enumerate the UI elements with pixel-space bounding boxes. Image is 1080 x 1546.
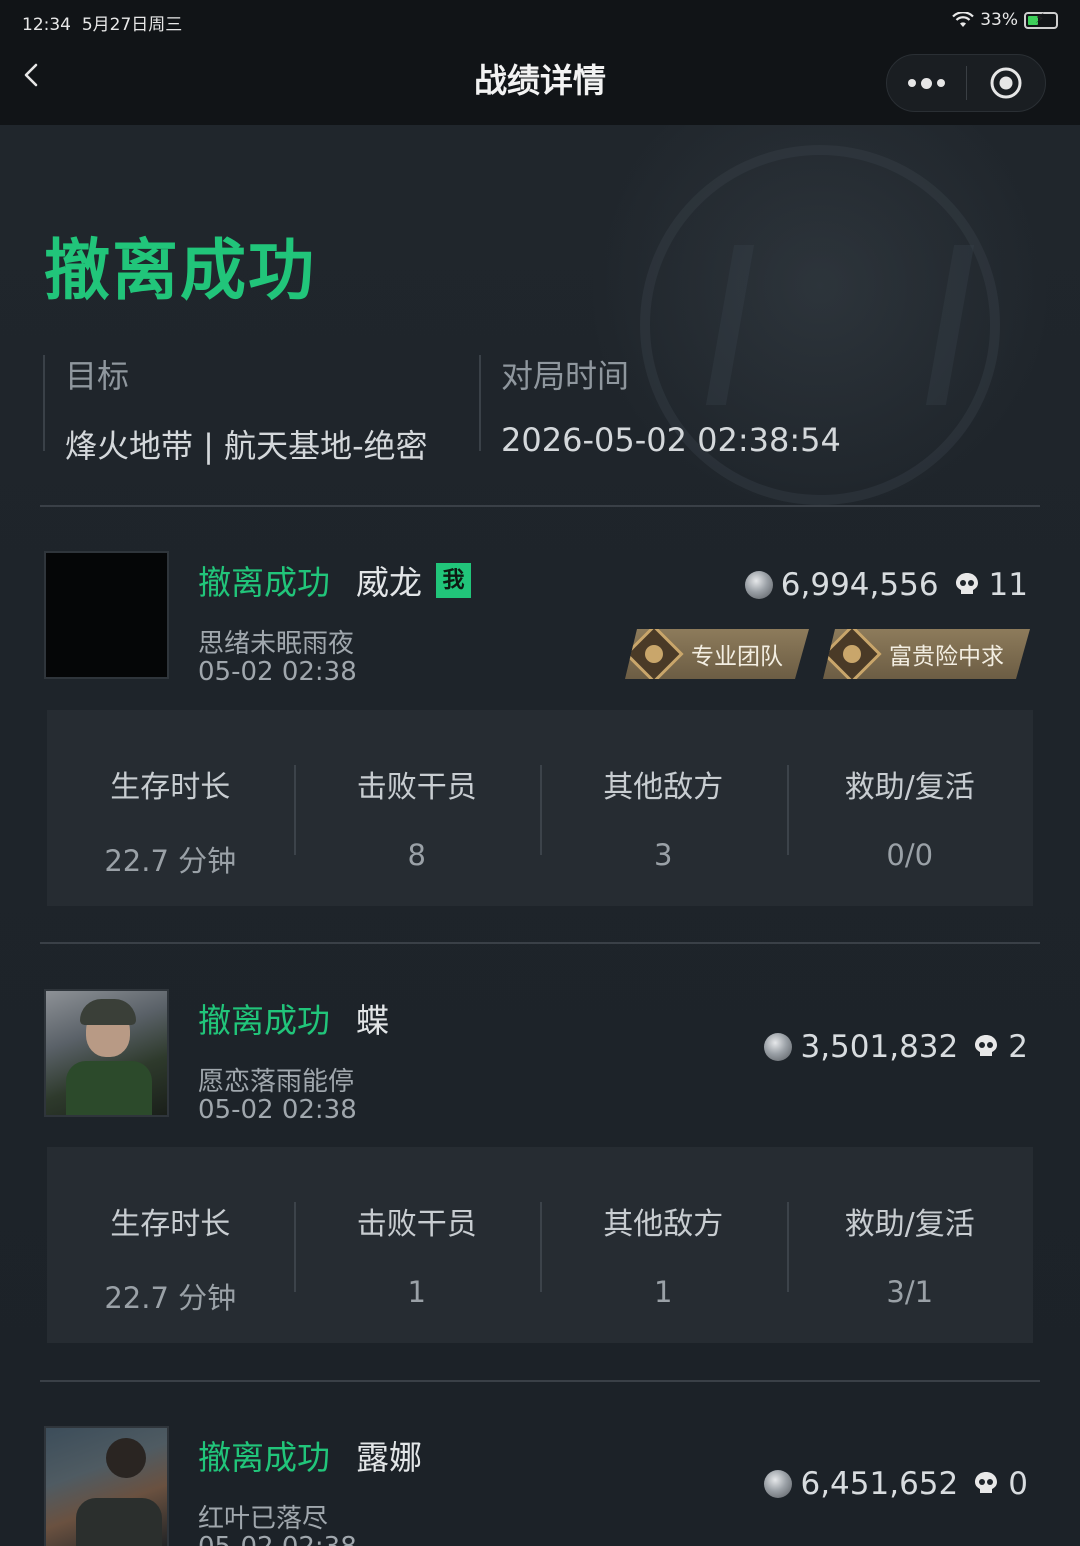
skull-icon [955,573,978,594]
kill-count: 11 [988,567,1028,603]
stat-value: 22.7 分钟 [104,1281,237,1315]
more-dot-icon [921,77,932,89]
target-label: 目标 [65,357,130,395]
value-line: 6,451,652 0 [764,1466,1028,1502]
stat-label: 救助/复活 [844,770,975,805]
status-time: 12:34 5月27日周三 [22,10,182,35]
main-content: 撤离成功 目标 烽火地带 | 航天基地-绝密 对局时间 2026-05-02 0… [0,125,1080,1546]
stat-operators-defeated: 击败干员 1 [293,1147,541,1343]
mini-program-capsule [886,54,1046,112]
stat-label: 其他敌方 [603,770,724,805]
match-time-block: 对局时间 2026-05-02 02:38:54 [479,355,841,459]
kill-count: 0 [1008,1466,1028,1502]
stat-value: 1 [654,1275,673,1309]
stat-value: 8 [407,838,426,872]
coin-icon [764,1470,793,1498]
stat-survival: 生存时长 22.7 分钟 [47,1147,294,1343]
stat-value: 1 [407,1275,426,1309]
stats-panel: 生存时长 22.7 分钟 击败干员 1 其他敌方 1 救助/复活 3/1 [47,1147,1033,1343]
player-time: 05-02 02:38 [198,657,357,687]
stat-operators-defeated: 击败干员 8 [293,710,541,906]
stat-label: 其他敌方 [603,1207,724,1242]
skull-icon [975,1472,998,1493]
badge-label: 专业团队 [691,644,783,670]
stat-label: 击败干员 [356,770,477,805]
result-title: 撤离成功 [44,232,316,309]
stat-label: 生存时长 [110,770,231,805]
coin-icon [764,1033,793,1061]
stat-assist-revive: 救助/复活 0/0 [786,710,1034,906]
player-header: 撤离成功 蝶 [198,994,389,1042]
skull-icon [975,1035,998,1056]
target-circle-icon [990,67,1022,99]
close-button[interactable] [967,66,1045,100]
match-time-label: 对局时间 [501,357,630,395]
extract-status: 撤离成功 [198,1001,330,1040]
status-right: 33% ⚡ [952,10,1058,30]
stat-other-enemies: 其他敌方 3 [540,710,787,906]
coin-icon [744,571,773,599]
status-bar: 12:34 5月27日周三 33% ⚡ [0,0,1080,40]
match-time-value: 2026-05-02 02:38:54 [501,421,841,459]
battery-icon: ⚡ [1024,11,1058,29]
operator-name: 露娜 [356,1438,422,1477]
player-header: 撤离成功 露娜 [198,1431,422,1479]
stat-value: 0/0 [886,838,934,872]
operator-name: 蝶 [356,1001,389,1040]
stats-panel: 生存时长 22.7 分钟 击败干员 8 其他敌方 3 救助/复活 0/0 [47,710,1033,906]
player-nickname: 红叶已落尽 [198,1504,329,1534]
kill-count: 2 [1008,1029,1028,1065]
date: 5月27日周三 [81,15,183,35]
stat-label: 生存时长 [110,1207,231,1242]
stat-survival: 生存时长 22.7 分钟 [47,710,294,906]
extract-status: 撤离成功 [198,1438,330,1477]
avatar [44,989,169,1117]
divider [40,1380,1040,1382]
achievement-badge[interactable]: 富贵险中求 [823,629,1030,679]
stat-value: 3 [654,838,673,872]
value-line: 6,994,556 11 [744,567,1028,603]
battery-percent: 33% [980,10,1018,30]
nav-bar: 战绩详情 [0,40,1080,125]
player-nickname: 愿恋落雨能停 [198,1067,355,1097]
stat-label: 救助/复活 [844,1207,975,1242]
stat-label: 击败干员 [356,1207,477,1242]
me-badge: 我 [436,562,471,598]
player-nickname: 思绪未眠雨夜 [198,629,355,659]
loot-value: 3,501,832 [800,1029,959,1065]
achievement-badge[interactable]: 专业团队 [625,629,809,679]
more-button[interactable] [887,77,966,89]
more-dot-icon [908,79,916,87]
wifi-icon [952,12,974,27]
player-header: 撤离成功 威龙 我 [198,556,471,604]
operator-name: 威龙 [356,563,422,602]
more-dot-icon [937,79,945,87]
value-line: 3,501,832 2 [764,1029,1028,1065]
stat-value: 22.7 分钟 [104,844,237,878]
stat-other-enemies: 其他敌方 1 [540,1147,787,1343]
badge-emblem-icon [822,624,881,683]
loot-value: 6,994,556 [780,567,939,603]
divider [40,942,1040,944]
badge-label: 富贵险中求 [889,644,1004,670]
stat-value: 3/1 [886,1275,934,1309]
clock: 12:34 [22,15,71,35]
extract-status: 撤离成功 [198,563,330,602]
avatar [44,1426,169,1546]
player-time: 05-02 02:38 [198,1095,357,1125]
divider [40,505,1040,507]
stat-assist-revive: 救助/复活 3/1 [786,1147,1034,1343]
loot-value: 6,451,652 [800,1466,959,1502]
target-value: 烽火地带 | 航天基地-绝密 [65,427,428,465]
avatar [44,551,169,679]
target-block: 目标 烽火地带 | 航天基地-绝密 [43,355,428,465]
player-time: 05-02 02:38 [198,1532,357,1546]
achievement-badges: 专业团队 富贵险中求 [625,629,1030,679]
badge-emblem-icon [624,624,683,683]
